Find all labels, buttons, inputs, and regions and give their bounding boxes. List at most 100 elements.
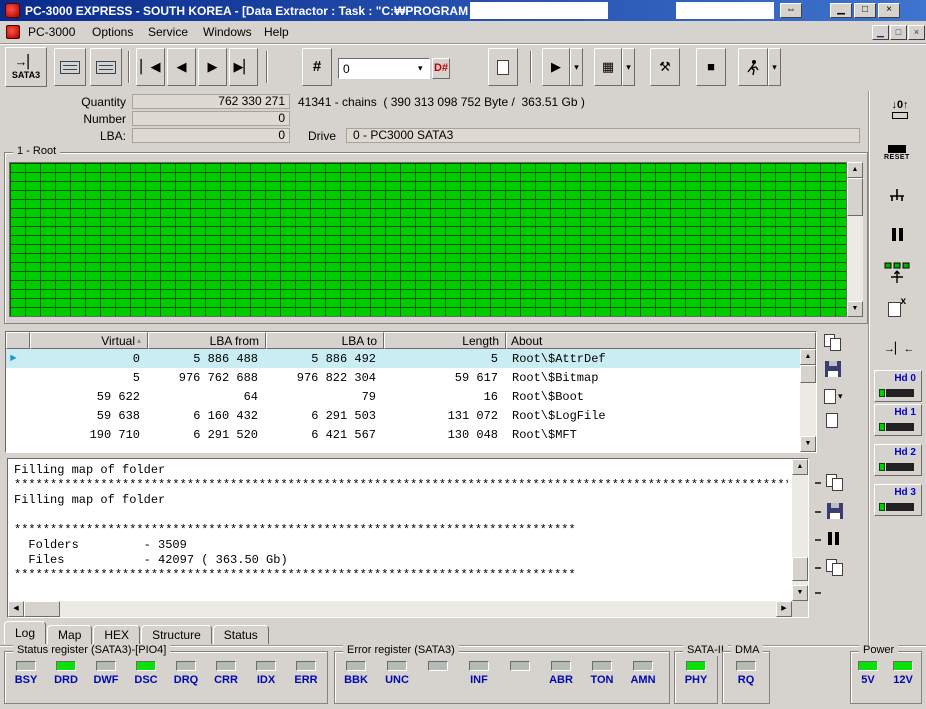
menu-options[interactable]: Options xyxy=(92,25,133,39)
tab-hex[interactable]: HEX xyxy=(93,625,141,644)
save-task-button[interactable] xyxy=(90,48,122,86)
log-hscrollbar[interactable]: ◀ ▶ xyxy=(8,601,792,617)
scroll-right-icon[interactable]: ▶ xyxy=(776,601,792,617)
copy-icon xyxy=(826,559,845,577)
column-header-lba-from[interactable]: LBA from xyxy=(148,332,266,349)
hd1-button[interactable]: Hd 1 xyxy=(874,404,922,436)
map-view-dropdown[interactable]: ▾ xyxy=(622,48,635,86)
scroll-down-icon[interactable]: ▼ xyxy=(792,585,808,601)
scroll-down-icon[interactable]: ▼ xyxy=(847,301,863,317)
settings-button[interactable]: ⚒ xyxy=(650,48,680,86)
dma-title: DMA xyxy=(731,644,764,656)
table-row[interactable]: 59 622 64 79 16 Root\$Boot xyxy=(6,387,800,406)
column-header-marker[interactable] xyxy=(6,332,30,349)
scroll-up-icon[interactable]: ▲ xyxy=(792,459,808,475)
table-row[interactable]: 190 710 6 291 520 6 421 567 130 048 Root… xyxy=(6,425,800,444)
run-tests-dropdown[interactable]: ▾ xyxy=(768,48,781,86)
table-copy-button[interactable] xyxy=(824,334,843,352)
menu-pc3000[interactable]: PC-3000 xyxy=(28,25,75,39)
language-swap-button[interactable]: ⇔ xyxy=(780,3,802,18)
log-save-button[interactable] xyxy=(827,503,843,519)
menu-help[interactable]: Help xyxy=(264,25,289,39)
tab-structure[interactable]: Structure xyxy=(141,625,212,644)
column-header-about[interactable]: About xyxy=(506,332,816,349)
menu-windows[interactable]: Windows xyxy=(203,25,252,39)
table-scroll-thumb[interactable] xyxy=(800,365,816,383)
column-header-lba-to[interactable]: LBA to xyxy=(266,332,384,349)
run-tests-button[interactable] xyxy=(738,48,768,86)
sector-map-grid[interactable] xyxy=(9,162,847,317)
table-new-button[interactable] xyxy=(826,413,838,428)
chain-grid-button[interactable]: # xyxy=(302,48,332,86)
log-copy-button[interactable] xyxy=(826,474,845,492)
clear-map-button[interactable] xyxy=(888,296,906,317)
compare-button[interactable]: →▏← xyxy=(884,342,914,355)
mdi-minimize-button[interactable]: ▁ xyxy=(872,25,889,40)
quantity-value: 762 330 271 xyxy=(132,94,290,109)
goto-sector-button[interactable] xyxy=(488,48,518,86)
hd0-button[interactable]: Hd 0 xyxy=(874,370,922,402)
table-scrollbar[interactable]: ▲ ▼ xyxy=(800,349,816,452)
scroll-down-icon[interactable]: ▼ xyxy=(800,436,816,452)
titlebar: PC-3000 EXPRESS - SOUTH KOREA - [Data Ex… xyxy=(0,0,926,21)
led-drq xyxy=(176,661,196,671)
connector-icon xyxy=(892,112,908,119)
sata-port-button[interactable]: →▏ SATA3 xyxy=(5,47,47,87)
number-value: 0 xyxy=(132,111,290,126)
scroll-up-icon[interactable]: ▲ xyxy=(800,349,816,365)
minimize-button[interactable]: ▁ xyxy=(830,3,852,18)
pause-button[interactable] xyxy=(892,228,903,241)
column-header-length[interactable]: Length xyxy=(384,332,506,349)
menu-service[interactable]: Service xyxy=(148,25,188,39)
tick-mark xyxy=(815,482,821,484)
map-view-button[interactable]: ▦ xyxy=(594,48,622,86)
log-pause-button[interactable] xyxy=(828,532,839,545)
map-group-title: 1 - Root xyxy=(13,145,61,157)
sector-input[interactable] xyxy=(338,58,430,79)
tab-log[interactable]: Log xyxy=(4,621,47,644)
first-chain-button[interactable]: ▏◀ xyxy=(136,48,165,86)
power-title: Power xyxy=(859,644,899,656)
maximize-button[interactable]: □ xyxy=(854,3,876,18)
mdi-restore-button[interactable]: □ xyxy=(890,25,907,40)
table-row[interactable]: ► 0 5 886 488 5 886 492 5 Root\$AttrDef xyxy=(6,349,800,368)
table-row[interactable]: 59 638 6 160 432 6 291 503 131 072 Root\… xyxy=(6,406,800,425)
hd2-button[interactable]: Hd 2 xyxy=(874,444,922,476)
table-row[interactable]: 5 976 762 688 976 822 304 59 617 Root\$B… xyxy=(6,368,800,387)
open-task-button[interactable] xyxy=(54,48,86,86)
error-register-group: Error register (SATA3) BBK UNC INF ABR T… xyxy=(334,644,670,704)
log-vscroll-thumb[interactable] xyxy=(792,557,808,581)
power-supply-button[interactable] xyxy=(888,188,906,206)
next-chain-button[interactable]: ▶ xyxy=(198,48,227,86)
log-hscroll-thumb[interactable] xyxy=(24,601,60,617)
table-save-button[interactable] xyxy=(825,361,841,377)
start-options-dropdown[interactable]: ▾ xyxy=(570,48,583,86)
grid-hash-icon: # xyxy=(312,58,322,75)
toolbar-separator xyxy=(128,51,130,83)
scroll-left-icon[interactable]: ◀ xyxy=(8,601,24,617)
scroll-up-icon[interactable]: ▲ xyxy=(847,162,863,178)
last-chain-button[interactable]: ▶▏ xyxy=(229,48,258,86)
mdi-close-button[interactable]: × xyxy=(908,25,925,40)
drive-connector-icon xyxy=(879,463,914,471)
map-scrollbar[interactable]: ▲ ▼ xyxy=(847,162,863,317)
tab-map[interactable]: Map xyxy=(47,625,93,644)
spindle-icon: ↓0↑ xyxy=(891,99,909,111)
hd3-button[interactable]: Hd 3 xyxy=(874,484,922,516)
reset-button[interactable]: RESET xyxy=(884,145,910,161)
close-button[interactable]: × xyxy=(878,3,900,18)
drive-power-button[interactable]: ↓0↑ xyxy=(882,100,918,119)
decimal-toggle-button[interactable]: D# xyxy=(432,58,450,79)
prev-chain-button[interactable]: ◀ xyxy=(167,48,196,86)
log-vscrollbar[interactable]: ▲ ▼ xyxy=(792,459,808,601)
column-header-virtual[interactable]: Virtual ▴ xyxy=(30,332,148,349)
log-copy-fragment-button[interactable] xyxy=(826,559,845,577)
build-map-button[interactable] xyxy=(884,262,910,286)
combo-arrow-icon[interactable]: ▾ xyxy=(418,63,423,74)
map-scroll-thumb[interactable] xyxy=(847,178,863,216)
table-view-dropdown[interactable]: ▾ xyxy=(824,389,843,404)
stop-button[interactable]: ■ xyxy=(696,48,726,86)
tab-status[interactable]: Status xyxy=(212,625,269,644)
start-button[interactable]: ▶ xyxy=(542,48,570,86)
chains-table: Virtual ▴ LBA from LBA to Length About ► … xyxy=(5,331,817,453)
